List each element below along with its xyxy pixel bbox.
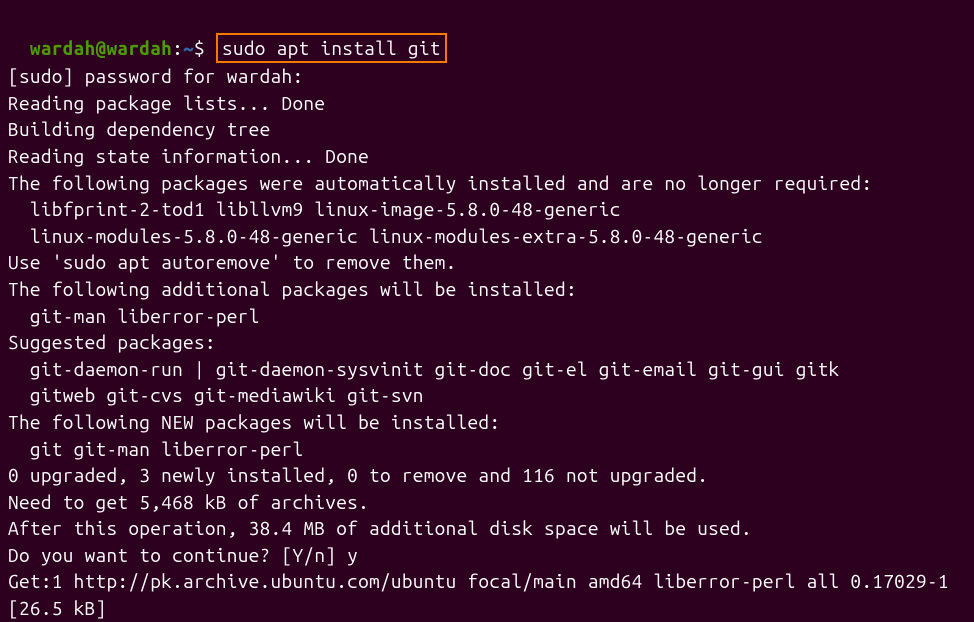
output-line: Need to get 5,468 kB of archives. xyxy=(8,489,966,516)
output-line: libfprint-2-tod1 libllvm9 linux-image-5.… xyxy=(8,196,966,223)
output-line: Use 'sudo apt autoremove' to remove them… xyxy=(8,249,966,276)
output-line: Do you want to continue? [Y/n] y xyxy=(8,542,966,569)
output-line: Reading package lists... Done xyxy=(8,90,966,117)
output-line: The following NEW packages will be insta… xyxy=(8,409,966,436)
output-line: gitweb git-cvs git-mediawiki git-svn xyxy=(8,382,966,409)
output-line: linux-modules-5.8.0-48-generic linux-mod… xyxy=(8,223,966,250)
output-line: The following additional packages will b… xyxy=(8,276,966,303)
output-line: Suggested packages: xyxy=(8,329,966,356)
output-line: [sudo] password for wardah: xyxy=(8,63,966,90)
output-line: Building dependency tree xyxy=(8,116,966,143)
output-line: git-daemon-run | git-daemon-sysvinit git… xyxy=(8,356,966,383)
output-line: 0 upgraded, 3 newly installed, 0 to remo… xyxy=(8,462,966,489)
output-line: After this operation, 38.4 MB of additio… xyxy=(8,515,966,542)
prompt-user-host: wardah@wardah xyxy=(30,37,172,59)
prompt-line: wardah@wardah:~$ sudo apt install git xyxy=(8,6,966,63)
command-input[interactable]: sudo apt install git xyxy=(216,33,447,64)
output-line: git-man liberror-perl xyxy=(8,303,966,330)
output-line: The following packages were automaticall… xyxy=(8,170,966,197)
output-line: git git-man liberror-perl xyxy=(8,436,966,463)
output-line: Reading state information... Done xyxy=(8,143,966,170)
prompt-symbol: $ xyxy=(194,37,205,59)
output-line: Get:1 http://pk.archive.ubuntu.com/ubunt… xyxy=(8,568,966,621)
prompt-path: ~ xyxy=(183,37,194,59)
prompt-separator: : xyxy=(172,37,183,59)
